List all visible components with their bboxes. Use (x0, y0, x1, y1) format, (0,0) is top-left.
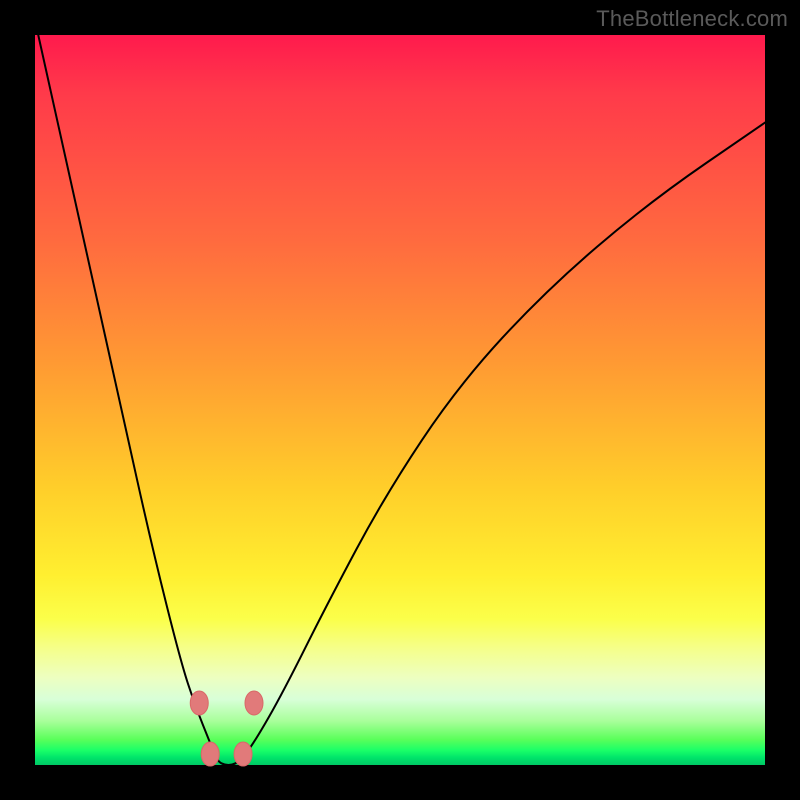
curve-layer (35, 35, 765, 765)
curve-marker (234, 742, 252, 766)
chart-frame: TheBottleneck.com (0, 0, 800, 800)
plot-area (35, 35, 765, 765)
bottleneck-curve (35, 20, 765, 765)
watermark-text: TheBottleneck.com (596, 6, 788, 32)
curve-marker (190, 691, 208, 715)
curve-markers (190, 691, 263, 766)
curve-marker (201, 742, 219, 766)
curve-marker (245, 691, 263, 715)
